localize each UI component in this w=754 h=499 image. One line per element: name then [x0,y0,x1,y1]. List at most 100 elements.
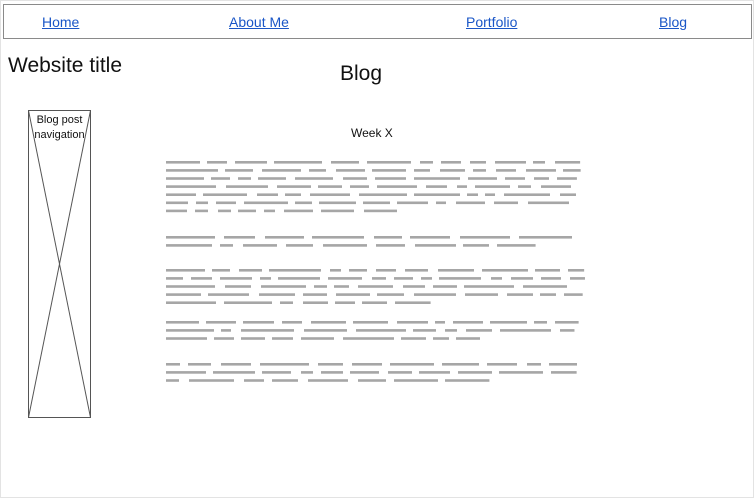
placeholder-text-line [260,363,309,366]
placeholder-text-line [438,269,474,272]
placeholder-text-line [504,193,550,196]
placeholder-text-line [555,321,579,324]
placeholder-text-line [260,277,271,280]
placeholder-text-line [377,293,404,296]
placeholder-text-line [282,321,302,324]
placeholder-text-line [265,236,304,239]
placeholder-text-line [166,201,188,205]
placeholder-text-line [224,301,272,304]
placeholder-text-line [440,169,465,172]
placeholder-text-line [528,201,569,205]
placeholder-text-line [336,293,370,296]
placeholder-text-line [350,185,369,188]
placeholder-text-line [208,293,249,296]
placeholder-text-line [343,177,367,180]
placeholder-text-line [166,301,216,304]
placeholder-text-line [468,177,497,180]
placeholder-text-line [441,161,461,164]
placeholder-text-line [214,337,234,340]
page-frame: Home About Me Portfolio Blog Website tit… [0,0,754,498]
placeholder-text-line [323,244,367,247]
placeholder-text-line [241,329,294,332]
placeholder-text-line [549,363,577,366]
placeholder-text-line [259,293,295,296]
placeholder-text-line [534,177,549,180]
placeholder-text-line [358,285,393,288]
placeholder-text-line [467,193,478,196]
placeholder-text-line [570,277,585,280]
placeholder-text-line [435,321,445,324]
placeholder-text-line [534,321,547,324]
placeholder-text-line [475,185,510,188]
placeholder-text-line [166,236,215,239]
placeholder-text-line [403,285,425,288]
placeholder-text-line [470,161,486,164]
placeholder-text-line [166,244,212,247]
placeholder-text-line [394,277,413,280]
placeholder-text-line [420,161,433,164]
placeholder-text-line [388,371,412,374]
placeholder-text-line [564,293,583,296]
placeholder-text-line [362,301,387,304]
placeholder-text-line [560,329,575,332]
placeholder-text-line [166,379,179,382]
placeholder-text-line [523,285,567,288]
placeholder-text-line [195,209,208,213]
placeholder-text-line [221,363,251,366]
placeholder-text-line [239,269,262,272]
placeholder-text-line [375,177,406,180]
placeholder-text-line [560,193,576,196]
placeholder-text-line [203,193,247,196]
placeholder-text-line [166,161,200,164]
placeholder-text-line [414,293,456,296]
placeholder-text-line [318,185,342,188]
placeholder-text-line [301,371,313,374]
placeholder-text-line [343,337,394,340]
placeholder-text-line [188,363,211,366]
placeholder-text-line [494,201,518,205]
placeholder-text-line [401,337,426,340]
placeholder-text-line [485,193,495,196]
placeholder-text-line [426,185,447,188]
placeholder-text-line [244,379,264,382]
placeholder-text-line [241,337,265,340]
placeholder-text-line [261,285,306,288]
placeholder-text-line [456,201,485,205]
placeholder-text-line [269,269,321,272]
placeholder-text-line [166,169,218,172]
placeholder-text-line [166,277,183,280]
placeholder-text-line [499,371,543,374]
placeholder-text-line [303,301,328,304]
placeholder-text-line [207,161,227,164]
placeholder-text-line [433,285,457,288]
placeholder-text-line [500,329,551,332]
placeholder-text-line [358,379,386,382]
placeholder-text-line [535,269,560,272]
placeholder-text-line [272,337,293,340]
placeholder-text-line [568,269,585,272]
placeholder-text-line [557,177,577,180]
placeholder-text-line [397,201,428,205]
placeholder-text-line [295,201,312,205]
placeholder-text-line [541,185,571,188]
placeholder-text-line [166,177,204,180]
placeholder-text-line [304,329,347,332]
placeholder-text-line [238,177,251,180]
placeholder-text-line [336,169,365,172]
placeholder-text-line [285,193,301,196]
placeholder-text-line [497,244,536,247]
placeholder-text-line [166,371,206,374]
placeholder-text-line [314,285,327,288]
placeholder-text-line [473,169,486,172]
placeholder-text-line [563,169,581,172]
placeholder-text-line [221,329,231,332]
placeholder-text-line [456,337,480,340]
placeholder-text-line [166,193,196,196]
placeholder-text-line [465,293,498,296]
placeholder-text-line [505,177,525,180]
placeholder-text-line [312,236,364,239]
placeholder-text-line [482,269,528,272]
placeholder-text-line [363,201,390,205]
placeholder-text-line [526,169,556,172]
placeholder-text-line [433,337,449,340]
